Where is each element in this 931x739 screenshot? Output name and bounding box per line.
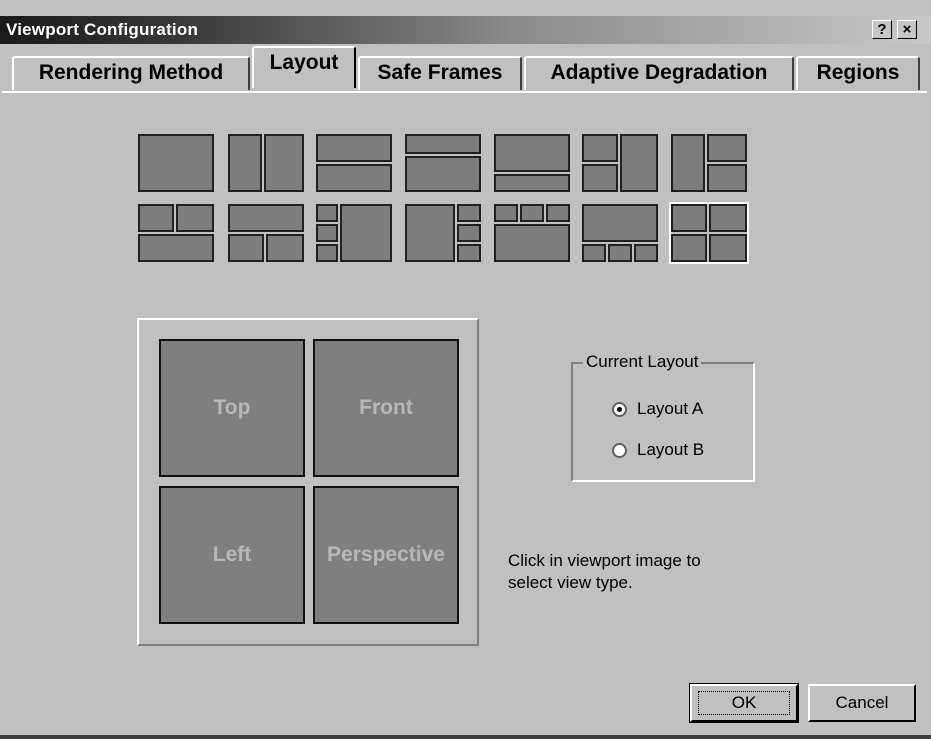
tab-label: Adaptive Degradation bbox=[550, 61, 768, 84]
preset-pane bbox=[316, 204, 338, 222]
preset-pane bbox=[316, 224, 338, 242]
preset-pane bbox=[620, 134, 658, 192]
layout-preset-3[interactable] bbox=[316, 134, 392, 192]
radio-label: Layout B bbox=[637, 440, 705, 459]
preset-pane bbox=[494, 224, 570, 262]
layout-preset-7[interactable] bbox=[671, 134, 747, 192]
preset-pane bbox=[582, 204, 658, 242]
layout-preset-4[interactable] bbox=[405, 134, 481, 192]
viewport-hint-text: Click in viewport image to select view t… bbox=[508, 551, 701, 592]
window-title: Viewport Configuration bbox=[6, 20, 199, 39]
button-label: Cancel bbox=[835, 693, 889, 712]
preset-pane bbox=[520, 204, 544, 222]
preset-pane bbox=[494, 174, 570, 192]
preset-pane bbox=[457, 244, 481, 262]
layout-preset-6[interactable] bbox=[582, 134, 658, 192]
tab-label: Regions bbox=[816, 61, 900, 84]
preset-pane bbox=[671, 204, 707, 232]
preset-pane bbox=[228, 204, 304, 232]
current-layout-group bbox=[571, 362, 755, 482]
tab-label: Layout bbox=[269, 51, 339, 74]
preset-pane bbox=[634, 244, 658, 262]
preset-pane bbox=[316, 164, 392, 192]
preset-pane bbox=[457, 224, 481, 242]
ok-button[interactable]: OK bbox=[689, 683, 799, 723]
layout-preset-9[interactable] bbox=[228, 204, 304, 262]
layout-preset-14[interactable] bbox=[669, 202, 749, 264]
preset-pane bbox=[671, 134, 705, 192]
layout-b-radio[interactable]: Layout B bbox=[612, 440, 704, 460]
preset-pane bbox=[138, 204, 174, 232]
viewport-label: Front bbox=[359, 396, 413, 419]
current-layout-title: Current Layout bbox=[583, 352, 702, 372]
preset-pane bbox=[608, 244, 632, 262]
preset-pane bbox=[138, 134, 214, 192]
preset-pane bbox=[266, 234, 304, 262]
preset-pane bbox=[405, 204, 455, 262]
layout-preset-2[interactable] bbox=[228, 134, 304, 192]
tab-label: Rendering Method bbox=[38, 61, 224, 84]
focus-rect bbox=[698, 691, 790, 715]
title-bar: Viewport Configuration ? × bbox=[0, 16, 931, 44]
preset-pane bbox=[316, 244, 338, 262]
tab-regions[interactable]: Regions bbox=[796, 56, 920, 90]
layout-preset-12[interactable] bbox=[494, 204, 570, 262]
preset-pane bbox=[582, 134, 618, 162]
close-icon: × bbox=[902, 21, 912, 38]
preset-pane bbox=[405, 134, 481, 154]
preset-pane bbox=[707, 164, 747, 192]
preset-pane bbox=[316, 134, 392, 162]
tab-rendering-method[interactable]: Rendering Method bbox=[12, 56, 250, 90]
tab-safe-frames[interactable]: Safe Frames bbox=[358, 56, 522, 90]
viewport-label: Perspective bbox=[327, 543, 445, 566]
close-button[interactable]: × bbox=[897, 20, 917, 39]
layout-preset-5[interactable] bbox=[494, 134, 570, 192]
preset-pane bbox=[494, 204, 518, 222]
viewport-configuration-dialog: Viewport Configuration ? × Rendering Met… bbox=[0, 0, 931, 739]
layout-preset-10[interactable] bbox=[316, 204, 392, 262]
preset-pane bbox=[671, 234, 707, 262]
viewport-label: Left bbox=[212, 543, 252, 566]
tab-adaptive-degradation[interactable]: Adaptive Degradation bbox=[524, 56, 794, 90]
preset-pane bbox=[457, 204, 481, 222]
layout-preset-8[interactable] bbox=[138, 204, 214, 262]
viewport-left[interactable]: Left bbox=[159, 486, 305, 624]
preset-pane bbox=[340, 204, 392, 262]
preset-pane bbox=[582, 164, 618, 192]
preset-pane bbox=[709, 204, 747, 232]
preset-pane bbox=[228, 134, 262, 192]
viewport-label: Top bbox=[213, 396, 251, 419]
viewport-top[interactable]: Top bbox=[159, 339, 305, 477]
layout-preset-13[interactable] bbox=[582, 204, 658, 262]
layout-a-radio[interactable]: Layout A bbox=[612, 399, 703, 419]
preset-pane bbox=[264, 134, 304, 192]
preset-pane bbox=[546, 204, 570, 222]
tab-label: Safe Frames bbox=[377, 61, 503, 84]
preset-pane bbox=[228, 234, 264, 262]
preset-pane bbox=[582, 244, 606, 262]
preset-pane bbox=[176, 204, 214, 232]
radio-checked-icon bbox=[612, 401, 627, 417]
tab-panel-edge bbox=[2, 91, 927, 93]
preset-pane bbox=[138, 234, 214, 262]
preset-pane bbox=[709, 234, 747, 262]
help-button[interactable]: ? bbox=[872, 20, 892, 39]
window-bottom-edge bbox=[0, 735, 931, 739]
cancel-button[interactable]: Cancel bbox=[808, 684, 916, 722]
radio-label: Layout A bbox=[637, 399, 704, 418]
layout-preset-11[interactable] bbox=[405, 204, 481, 262]
help-icon: ? bbox=[877, 21, 887, 38]
viewport-perspective[interactable]: Perspective bbox=[313, 486, 459, 624]
preset-pane bbox=[405, 156, 481, 192]
preset-pane bbox=[494, 134, 570, 172]
viewport-front[interactable]: Front bbox=[313, 339, 459, 477]
tab-layout[interactable]: Layout bbox=[252, 46, 356, 88]
preset-pane bbox=[707, 134, 747, 162]
layout-preset-1[interactable] bbox=[138, 134, 214, 192]
radio-unchecked-icon bbox=[612, 442, 627, 458]
